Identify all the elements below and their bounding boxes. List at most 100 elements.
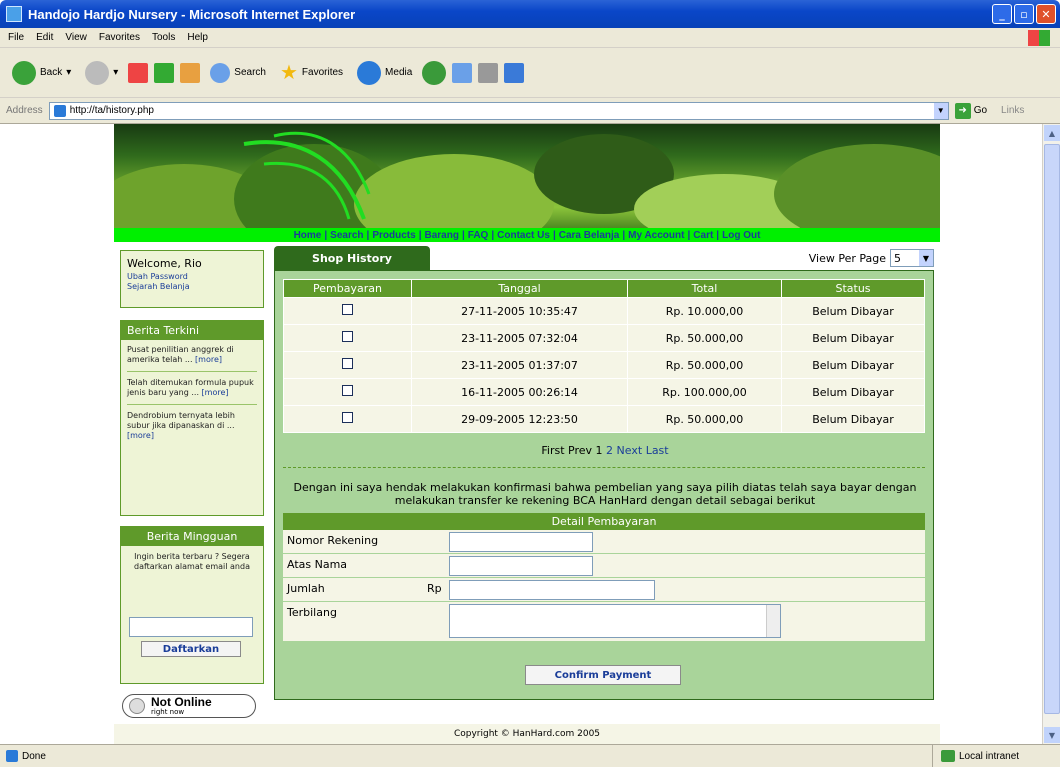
stop-icon[interactable] bbox=[128, 62, 149, 83]
address-url: http://ta/history.php bbox=[69, 105, 154, 116]
view-per-page-select[interactable]: 5 ▼ bbox=[890, 249, 934, 267]
currency-label: Rp bbox=[427, 582, 442, 595]
scroll-up-icon[interactable]: ▲ bbox=[1044, 125, 1060, 141]
minimize-button[interactable]: _ bbox=[992, 4, 1012, 24]
nav-contact[interactable]: Contact Us bbox=[494, 230, 553, 241]
payment-checkbox[interactable] bbox=[342, 331, 353, 342]
payment-checkbox[interactable] bbox=[342, 385, 353, 396]
page-footer: Copyright © HanHard.com 2005 bbox=[114, 724, 940, 744]
pager-page-2[interactable]: 2 bbox=[606, 444, 613, 457]
favorites-button[interactable]: ★ Favorites bbox=[276, 58, 347, 87]
status-cell: Belum Dibayar bbox=[781, 297, 925, 325]
form-row: Nomor Rekening bbox=[283, 530, 925, 554]
address-input[interactable]: http://ta/history.php ▼ bbox=[48, 101, 949, 120]
payment-detail-title: Detail Pembayaran bbox=[283, 513, 925, 530]
address-dropdown-icon[interactable]: ▼ bbox=[933, 102, 948, 119]
payment-checkbox[interactable] bbox=[342, 412, 353, 423]
col-pembayaran: Pembayaran bbox=[283, 279, 412, 298]
menu-help[interactable]: Help bbox=[187, 32, 208, 43]
close-button[interactable]: ✕ bbox=[1036, 4, 1056, 24]
home-icon[interactable] bbox=[180, 62, 201, 83]
payment-checkbox[interactable] bbox=[342, 358, 353, 369]
page-content: Home | Search | Products | Barang | FAQ | Con… bbox=[8, 124, 1042, 744]
register-button[interactable]: Daftarkan bbox=[141, 641, 241, 657]
history-icon[interactable] bbox=[422, 60, 447, 85]
links-label[interactable]: Links bbox=[1001, 105, 1024, 116]
amount-input[interactable] bbox=[449, 580, 655, 600]
menu-edit[interactable]: Edit bbox=[36, 32, 53, 43]
news-list: Pusat penilitian anggrek di amerika tela… bbox=[121, 340, 263, 446]
go-button[interactable]: ➜ Go bbox=[954, 102, 987, 119]
weekly-news-text: Ingin berita terbaru ? Segera daftarkan … bbox=[134, 552, 250, 571]
history-table: Pembayaran Tanggal Total Status 27-11-20… bbox=[283, 279, 925, 433]
total-cell: Rp. 100.000,00 bbox=[627, 378, 782, 406]
table-header-row: Pembayaran Tanggal Total Status bbox=[283, 279, 925, 298]
pager-last[interactable]: Last bbox=[646, 444, 669, 457]
nav-cara-belanja[interactable]: Cara Belanja bbox=[556, 230, 623, 241]
nav-search[interactable]: Search bbox=[327, 230, 366, 241]
latest-news-title: Berita Terkini bbox=[121, 321, 263, 340]
shopping-history-link[interactable]: Sejarah Belanja bbox=[127, 282, 257, 292]
intranet-icon bbox=[941, 750, 955, 762]
online-status-badge: Not Online right now bbox=[122, 694, 256, 718]
nav-barang[interactable]: Barang bbox=[422, 230, 462, 241]
amount-in-words-textarea[interactable] bbox=[449, 604, 781, 638]
edit-icon[interactable] bbox=[504, 62, 525, 83]
news-item: Telah ditemukan formula pupuk jenis baru… bbox=[127, 372, 257, 405]
nav-logout[interactable]: Log Out bbox=[719, 230, 763, 241]
nav-my-account[interactable]: My Account bbox=[625, 230, 687, 241]
nav-faq[interactable]: FAQ bbox=[465, 230, 492, 241]
menu-tools[interactable]: Tools bbox=[152, 32, 175, 43]
confirmation-text: Dengan ini saya hendak melakukan konfirm… bbox=[293, 481, 917, 507]
scroll-down-icon[interactable]: ▼ bbox=[1044, 727, 1060, 743]
search-button[interactable]: Search bbox=[206, 61, 270, 85]
table-row: 27-11-2005 10:35:47 Rp. 10.000,00 Belum … bbox=[283, 297, 925, 325]
forward-button[interactable]: ▾ bbox=[81, 59, 122, 87]
payment-checkbox[interactable] bbox=[342, 304, 353, 315]
date-cell: 29-09-2005 12:23:50 bbox=[411, 405, 628, 433]
account-number-input[interactable] bbox=[449, 532, 593, 552]
tab-shop-history[interactable]: Shop History bbox=[274, 246, 430, 270]
status-cell: Belum Dibayar bbox=[781, 351, 925, 379]
back-button[interactable]: Back ▾ bbox=[8, 59, 75, 87]
pager-next[interactable]: Next bbox=[617, 444, 643, 457]
refresh-icon[interactable] bbox=[154, 62, 175, 83]
form-row: Terbilang bbox=[283, 602, 925, 642]
scroll-thumb[interactable] bbox=[1044, 144, 1060, 714]
menu-favorites[interactable]: Favorites bbox=[99, 32, 140, 43]
weekly-news-box: Berita Mingguan Ingin berita terbaru ? S… bbox=[120, 526, 264, 684]
online-status-subtext: right now bbox=[151, 707, 185, 716]
menu-file[interactable]: File bbox=[8, 32, 24, 43]
nav-products[interactable]: Products bbox=[369, 230, 418, 241]
account-name-input[interactable] bbox=[449, 556, 593, 576]
news-more-link[interactable]: [more] bbox=[195, 355, 222, 364]
print-icon[interactable] bbox=[478, 62, 499, 83]
news-more-link[interactable]: [more] bbox=[127, 431, 154, 440]
confirm-payment-button[interactable]: Confirm Payment bbox=[525, 665, 681, 685]
forward-arrow-icon bbox=[85, 60, 110, 85]
media-button[interactable]: Media bbox=[353, 59, 416, 87]
chevron-down-icon: ▼ bbox=[919, 250, 933, 266]
mail-icon[interactable] bbox=[452, 62, 473, 83]
table-row: 23-11-2005 01:37:07 Rp. 50.000,00 Belum … bbox=[283, 351, 925, 379]
email-input[interactable] bbox=[129, 617, 253, 637]
menu-view[interactable]: View bbox=[65, 32, 87, 43]
status-cell: Belum Dibayar bbox=[781, 405, 925, 433]
nav-cart[interactable]: Cart bbox=[690, 230, 716, 241]
change-password-link[interactable]: Ubah Password bbox=[127, 272, 257, 282]
nav-home[interactable]: Home bbox=[291, 230, 325, 241]
form-row: Jumlah Rp bbox=[283, 578, 925, 602]
page-scrollbar[interactable]: ▲ ▼ bbox=[1042, 124, 1060, 744]
maximize-button[interactable]: ▫ bbox=[1014, 4, 1034, 24]
go-arrow-icon: ➜ bbox=[954, 102, 971, 119]
status-cell: Belum Dibayar bbox=[781, 378, 925, 406]
ie-app-icon bbox=[6, 6, 22, 22]
address-label: Address bbox=[6, 105, 43, 116]
divider bbox=[283, 467, 925, 468]
star-icon: ★ bbox=[279, 62, 298, 84]
chat-icon bbox=[129, 698, 145, 714]
news-more-link[interactable]: [more] bbox=[202, 388, 229, 397]
pager-current: 1 bbox=[595, 444, 603, 457]
pager-first: First bbox=[541, 444, 565, 457]
textarea-scrollbar[interactable] bbox=[766, 605, 780, 637]
